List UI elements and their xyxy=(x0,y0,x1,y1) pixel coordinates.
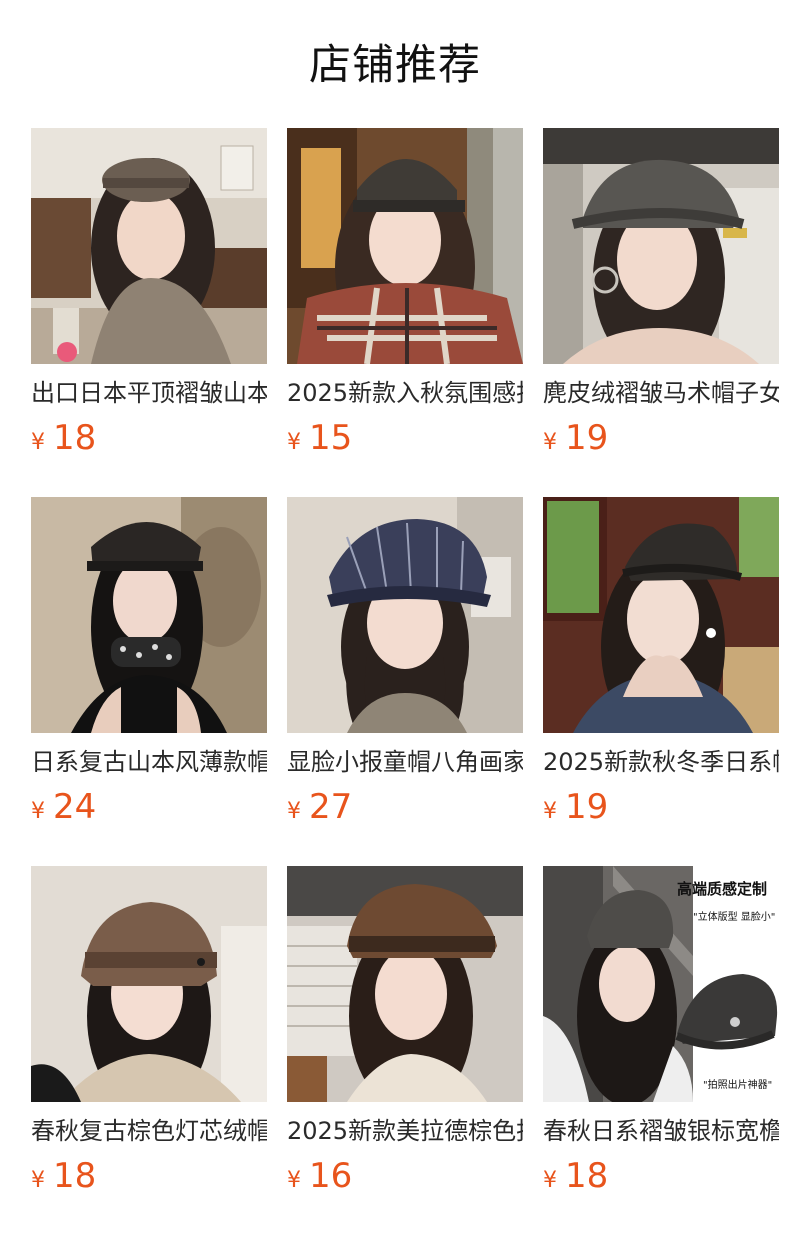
woman-black-cap-window-photo xyxy=(543,497,779,733)
currency-symbol: ¥ xyxy=(287,1168,301,1193)
price-amount: 18 xyxy=(53,1156,97,1196)
promo-tag: "拍照出片神器" xyxy=(703,1080,773,1091)
product-card[interactable]: 春秋复古棕色灯芯绒帽子 ¥18 xyxy=(31,866,267,1206)
woman-grey-cap-promo-photo xyxy=(543,866,779,1102)
product-image[interactable] xyxy=(287,128,523,364)
product-card[interactable]: 日系复古山本风薄款帽子 ¥24 xyxy=(31,497,267,837)
price-amount: 15 xyxy=(309,418,353,458)
currency-symbol: ¥ xyxy=(287,799,301,824)
woman-brown-pleated-cap-cafe-photo xyxy=(31,128,267,364)
product-name[interactable]: 2025新款美拉德棕色报童帽 xyxy=(287,1114,523,1148)
product-name[interactable]: 春秋复古棕色灯芯绒帽子 xyxy=(31,1114,267,1148)
product-image[interactable] xyxy=(543,497,779,733)
currency-symbol: ¥ xyxy=(31,799,45,824)
product-price: ¥18 xyxy=(543,1154,608,1198)
price-amount: 27 xyxy=(309,787,353,827)
promo-subline: "立体版型 显脸小" xyxy=(693,912,776,923)
woman-grey-pleated-cap-hoop-earrings-photo xyxy=(543,128,779,364)
product-price: ¥27 xyxy=(287,785,352,829)
product-card[interactable]: 麂皮绒褶皱马术帽子女 ¥19 xyxy=(543,128,779,468)
product-image[interactable] xyxy=(31,128,267,364)
promo-headline: 高端质感定制 xyxy=(677,880,768,898)
product-card[interactable]: 2025新款美拉德棕色报童帽 ¥16 xyxy=(287,866,523,1206)
woman-black-cap-polka-scarf-photo xyxy=(31,497,267,733)
currency-symbol: ¥ xyxy=(543,1168,557,1193)
product-name[interactable]: 日系复古山本风薄款帽子 xyxy=(31,745,267,779)
woman-brown-corduroy-cap-photo xyxy=(31,866,267,1102)
price-amount: 16 xyxy=(309,1156,353,1196)
price-amount: 18 xyxy=(53,418,97,458)
product-card[interactable]: 2025新款入秋氛围感报童帽 ¥15 xyxy=(287,128,523,468)
product-image[interactable] xyxy=(31,497,267,733)
product-image[interactable] xyxy=(543,128,779,364)
product-grid: 出口日本平顶褶皱山本风帽子 ¥18 2025新款入秋氛围感报童帽 xyxy=(31,128,790,1228)
price-amount: 18 xyxy=(565,1156,609,1196)
product-price: ¥24 xyxy=(31,785,96,829)
product-name[interactable]: 春秋日系褶皱银标宽檐帽 xyxy=(543,1114,779,1148)
product-price: ¥16 xyxy=(287,1154,352,1198)
product-price: ¥19 xyxy=(543,785,608,829)
product-card[interactable]: 显脸小报童帽八角画家帽 ¥27 xyxy=(287,497,523,837)
product-name[interactable]: 2025新款入秋氛围感报童帽 xyxy=(287,376,523,410)
currency-symbol: ¥ xyxy=(31,1168,45,1193)
product-name[interactable]: 2025新款秋冬季日系帽子 xyxy=(543,745,779,779)
product-price: ¥18 xyxy=(31,1154,96,1198)
product-image[interactable] xyxy=(287,866,523,1102)
product-name[interactable]: 出口日本平顶褶皱山本风帽子 xyxy=(31,376,267,410)
currency-symbol: ¥ xyxy=(287,430,301,455)
price-amount: 24 xyxy=(53,787,97,827)
page-title: 店铺推荐 xyxy=(308,40,481,89)
product-price: ¥18 xyxy=(31,416,96,460)
price-amount: 19 xyxy=(565,418,609,458)
product-card[interactable]: 高端质感定制 "立体版型 显脸小" "拍照出片神器" 春秋日系褶皱银标宽檐帽 ¥… xyxy=(543,866,779,1206)
product-image[interactable] xyxy=(287,497,523,733)
product-price: ¥15 xyxy=(287,416,352,460)
currency-symbol: ¥ xyxy=(31,430,45,455)
product-image[interactable]: 高端质感定制 "立体版型 显脸小" "拍照出片神器" xyxy=(543,866,779,1102)
woman-striped-newsboy-cap-braids-photo xyxy=(287,497,523,733)
currency-symbol: ¥ xyxy=(543,799,557,824)
product-image[interactable] xyxy=(31,866,267,1102)
woman-brown-leather-band-cap-photo xyxy=(287,866,523,1102)
product-price: ¥19 xyxy=(543,416,608,460)
product-name[interactable]: 麂皮绒褶皱马术帽子女 xyxy=(543,376,779,410)
product-name[interactable]: 显脸小报童帽八角画家帽 xyxy=(287,745,523,779)
price-amount: 19 xyxy=(565,787,609,827)
currency-symbol: ¥ xyxy=(543,430,557,455)
product-card[interactable]: 2025新款秋冬季日系帽子 ¥19 xyxy=(543,497,779,837)
woman-black-newsboy-cap-plaid-scarf-photo xyxy=(287,128,523,364)
product-card[interactable]: 出口日本平顶褶皱山本风帽子 ¥18 xyxy=(31,128,267,468)
